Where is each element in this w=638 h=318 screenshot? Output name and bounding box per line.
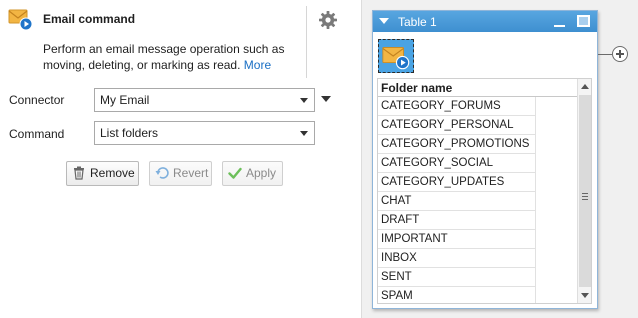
trash-icon: [74, 166, 84, 180]
scroll-up-icon[interactable]: [581, 84, 589, 89]
maximize-icon[interactable]: [577, 15, 590, 27]
minimize-icon[interactable]: [554, 25, 565, 27]
apply-label: Apply: [246, 166, 277, 180]
command-value: List folders: [100, 126, 159, 140]
grip-icon: [582, 193, 588, 200]
command-label: Command: [9, 127, 65, 141]
table-node[interactable]: Table 1 Folder name CATEGORY_FORUMS CATE…: [372, 10, 598, 309]
column-header-folder-name[interactable]: Folder name: [378, 79, 578, 97]
table-titlebar[interactable]: Table 1: [373, 11, 597, 32]
checkmark-icon: [228, 167, 242, 179]
table-row[interactable]: INBOX: [378, 249, 536, 268]
more-link[interactable]: More: [244, 58, 271, 72]
chevron-down-icon: [300, 131, 308, 136]
table-row[interactable]: CATEGORY_SOCIAL: [378, 154, 536, 173]
apply-button[interactable]: Apply: [222, 161, 283, 186]
table-title: Table 1: [398, 15, 437, 29]
table-row[interactable]: DRAFT: [378, 211, 536, 230]
connector-menu-icon[interactable]: [321, 96, 331, 102]
connector-line: [598, 54, 612, 55]
remove-button[interactable]: Remove: [66, 161, 139, 186]
plus-circle-icon[interactable]: [612, 46, 628, 62]
revert-button[interactable]: Revert: [149, 161, 212, 186]
undo-icon: [155, 167, 169, 179]
table-row[interactable]: CATEGORY_PERSONAL: [378, 116, 536, 135]
table-row[interactable]: CHAT: [378, 192, 536, 211]
revert-label: Revert: [173, 166, 209, 180]
chevron-down-icon: [300, 98, 308, 103]
properties-panel: Email command Perform an email message o…: [0, 0, 361, 318]
table-row[interactable]: CATEGORY_PROMOTIONS: [378, 135, 536, 154]
command-select[interactable]: List folders: [94, 121, 315, 145]
connector-value: My Email: [100, 93, 150, 107]
panel-description: Perform an email message operation such …: [43, 41, 293, 73]
table-scrollbar[interactable]: [577, 79, 591, 303]
table-row[interactable]: SENT: [378, 268, 536, 287]
connector-select[interactable]: My Email: [94, 88, 315, 112]
collapse-icon[interactable]: [379, 18, 389, 24]
connector-label: Connector: [9, 93, 65, 107]
table-row[interactable]: CATEGORY_FORUMS: [378, 97, 536, 116]
table-row[interactable]: CATEGORY_UPDATES: [378, 173, 536, 192]
panel-title: Email command: [43, 12, 136, 26]
folder-table: Folder name CATEGORY_FORUMS CATEGORY_PER…: [377, 78, 592, 304]
remove-label: Remove: [90, 166, 135, 180]
scroll-down-icon[interactable]: [581, 293, 589, 298]
header-divider: [306, 6, 307, 78]
table-row[interactable]: IMPORTANT: [378, 230, 536, 249]
table-row[interactable]: SPAM: [378, 287, 536, 303]
scroll-thumb[interactable]: [579, 95, 591, 287]
email-command-icon: [8, 9, 33, 31]
email-node-icon[interactable]: [378, 39, 414, 73]
gear-icon[interactable]: [318, 10, 338, 30]
table-rows: CATEGORY_FORUMS CATEGORY_PERSONAL CATEGO…: [378, 97, 536, 303]
